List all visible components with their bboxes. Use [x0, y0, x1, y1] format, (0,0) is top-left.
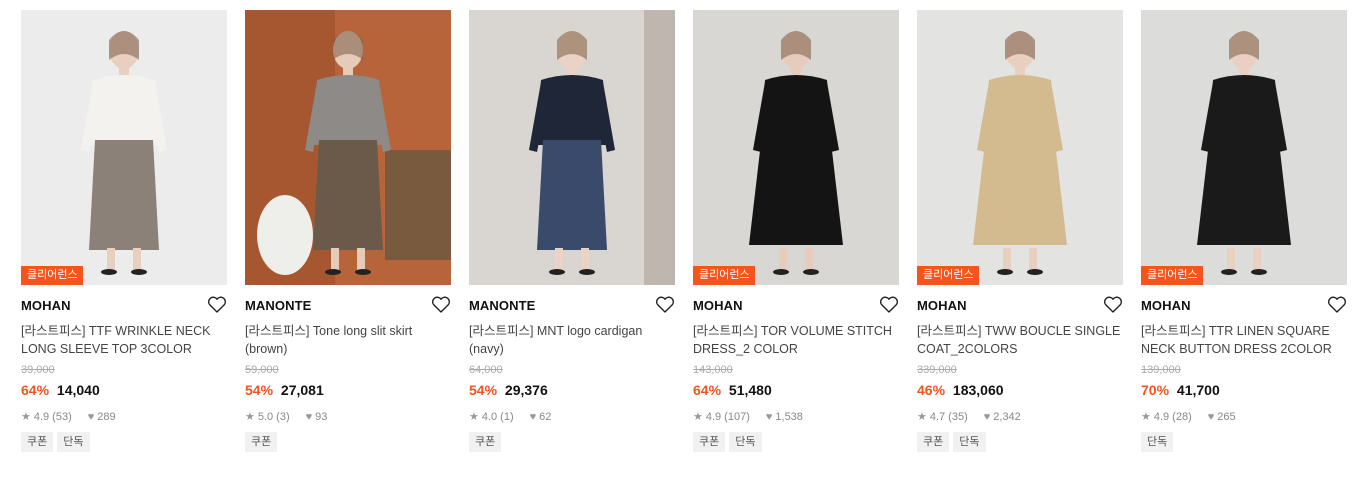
- original-price: 59,000: [245, 364, 279, 376]
- sale-price: 14,040: [56, 382, 100, 398]
- rating: 4.9: [1153, 410, 1170, 423]
- brand-name[interactable]: MOHAN: [693, 298, 743, 313]
- like-icon: ♥: [529, 410, 537, 423]
- original-price: 143,000: [693, 364, 733, 376]
- like-icon: ♥: [765, 410, 773, 423]
- clearance-badge: 클리어런스: [21, 266, 83, 285]
- product-tag: 쿠폰: [245, 432, 278, 452]
- brand-name[interactable]: MANONTE: [469, 298, 535, 313]
- rating: 4.0: [481, 410, 498, 423]
- heart-icon[interactable]: [1327, 296, 1347, 314]
- like-icon: ♥: [983, 410, 991, 423]
- original-price: 64,000: [469, 364, 503, 376]
- star-icon: ★: [21, 411, 31, 423]
- product-tag: 단독: [57, 432, 90, 452]
- product-card[interactable]: 클리어런스 MOHAN [라스트피스] TOR VOLUME STITCH DR…: [693, 10, 899, 452]
- heart-icon[interactable]: [879, 296, 899, 314]
- star-icon: ★: [469, 411, 479, 423]
- like-count: 93: [315, 410, 328, 423]
- brand-name[interactable]: MOHAN: [21, 298, 71, 313]
- review-count: (1): [500, 410, 514, 423]
- like-count: 265: [1217, 410, 1236, 423]
- star-icon: ★: [693, 411, 703, 423]
- original-price: 339,000: [917, 364, 957, 376]
- product-name[interactable]: [라스트피스] TWW BOUCLE SINGLE COAT_2COLORS: [917, 322, 1123, 358]
- product-name[interactable]: [라스트피스] Tone long slit skirt (brown): [245, 322, 451, 358]
- product-image[interactable]: [469, 10, 675, 285]
- discount-rate: 70%: [1141, 382, 1170, 398]
- product-tag: 쿠폰: [693, 432, 726, 452]
- clearance-badge: 클리어런스: [1141, 266, 1203, 285]
- brand-name[interactable]: MOHAN: [1141, 298, 1191, 313]
- product-tag: 쿠폰: [469, 432, 502, 452]
- star-icon: ★: [245, 411, 255, 423]
- product-name[interactable]: [라스트피스] TOR VOLUME STITCH DRESS_2 COLOR: [693, 322, 899, 358]
- product-image[interactable]: 클리어런스: [21, 10, 227, 285]
- product-tag: 쿠폰: [917, 432, 950, 452]
- star-icon: ★: [917, 411, 927, 423]
- product-card[interactable]: 클리어런스 MOHAN [라스트피스] TWW BOUCLE SINGLE CO…: [917, 10, 1123, 452]
- rating: 4.7: [929, 410, 946, 423]
- product-name[interactable]: [라스트피스] TTF WRINKLE NECK LONG SLEEVE TOP…: [21, 322, 227, 358]
- heart-icon[interactable]: [207, 296, 227, 314]
- brand-name[interactable]: MOHAN: [917, 298, 967, 313]
- discount-rate: 46%: [917, 382, 946, 398]
- sale-price: 27,081: [280, 382, 324, 398]
- like-count: 1,538: [775, 410, 803, 423]
- product-image[interactable]: 클리어런스: [1141, 10, 1347, 285]
- like-icon: ♥: [305, 410, 313, 423]
- discount-rate: 64%: [693, 382, 722, 398]
- product-name[interactable]: [라스트피스] TTR LINEN SQUARE NECK BUTTON DRE…: [1141, 322, 1347, 358]
- review-count: (28): [1172, 410, 1192, 423]
- review-count: (3): [276, 410, 290, 423]
- sale-price: 29,376: [504, 382, 548, 398]
- like-count: 289: [97, 410, 116, 423]
- heart-icon[interactable]: [1103, 296, 1123, 314]
- product-image[interactable]: [245, 10, 451, 285]
- product-grid: 클리어런스 MOHAN [라스트피스] TTF WRINKLE NECK LON…: [21, 10, 1347, 452]
- sale-price: 51,480: [728, 382, 772, 398]
- product-card[interactable]: 클리어런스 MOHAN [라스트피스] TTF WRINKLE NECK LON…: [21, 10, 227, 452]
- like-count: 62: [539, 410, 552, 423]
- product-tag: 단독: [1141, 432, 1174, 452]
- like-icon: ♥: [1207, 410, 1215, 423]
- discount-rate: 54%: [245, 382, 274, 398]
- product-name[interactable]: [라스트피스] MNT logo cardigan (navy): [469, 322, 675, 358]
- product-tag: 단독: [953, 432, 986, 452]
- rating: 5.0: [257, 410, 274, 423]
- brand-name[interactable]: MANONTE: [245, 298, 311, 313]
- product-tag: 단독: [729, 432, 762, 452]
- product-image[interactable]: 클리어런스: [917, 10, 1123, 285]
- heart-icon[interactable]: [655, 296, 675, 314]
- original-price: 39,000: [21, 364, 55, 376]
- product-image[interactable]: 클리어런스: [693, 10, 899, 285]
- heart-icon[interactable]: [431, 296, 451, 314]
- rating: 4.9: [33, 410, 50, 423]
- product-card[interactable]: MANONTE [라스트피스] MNT logo cardigan (navy)…: [469, 10, 675, 452]
- product-tag: 쿠폰: [21, 432, 54, 452]
- original-price: 139,000: [1141, 364, 1181, 376]
- star-icon: ★: [1141, 411, 1151, 423]
- product-card[interactable]: 클리어런스 MOHAN [라스트피스] TTR LINEN SQUARE NEC…: [1141, 10, 1347, 452]
- review-count: (107): [724, 410, 750, 423]
- sale-price: 41,700: [1176, 382, 1220, 398]
- like-count: 2,342: [993, 410, 1021, 423]
- sale-price: 183,060: [952, 382, 1004, 398]
- clearance-badge: 클리어런스: [693, 266, 755, 285]
- discount-rate: 54%: [469, 382, 498, 398]
- rating: 4.9: [705, 410, 722, 423]
- product-card[interactable]: MANONTE [라스트피스] Tone long slit skirt (br…: [245, 10, 451, 452]
- review-count: (35): [948, 410, 968, 423]
- clearance-badge: 클리어런스: [917, 266, 979, 285]
- discount-rate: 64%: [21, 382, 50, 398]
- review-count: (53): [52, 410, 72, 423]
- like-icon: ♥: [87, 410, 95, 423]
